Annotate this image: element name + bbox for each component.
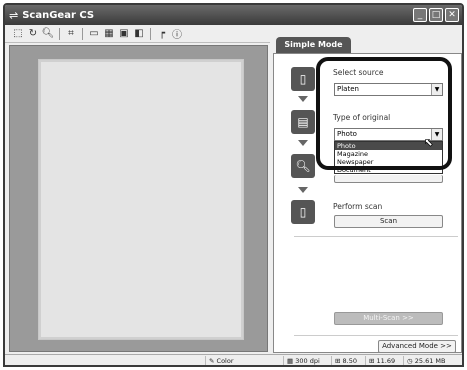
platen-preview-page[interactable] xyxy=(38,59,244,340)
rotate-left-icon[interactable]: ▦ xyxy=(102,27,116,41)
status-dpi-text: 300 dpi xyxy=(295,357,320,365)
minimize-button[interactable]: _ xyxy=(413,8,427,22)
status-color-mode: ✎ Color xyxy=(205,356,283,365)
preview-area[interactable] xyxy=(9,45,268,352)
color-mode-icon: ✎ xyxy=(209,357,215,365)
preview-button[interactable] xyxy=(334,175,443,183)
toolbar-separator xyxy=(82,27,83,40)
file-size-icon: ◷ xyxy=(407,357,413,365)
status-height-text: 11.69 xyxy=(376,357,396,365)
select-all-frames-icon[interactable]: ⬚ xyxy=(11,27,25,41)
height-icon: ⊞ xyxy=(369,357,375,365)
type-of-original-step-icon: ▤ xyxy=(291,110,315,134)
rotate-icon[interactable]: ↻ xyxy=(26,27,40,41)
width-icon: ⊞ xyxy=(335,357,341,365)
divider xyxy=(294,236,458,237)
step-arrow-icon xyxy=(298,187,308,193)
window-controls: _ □ ✕ xyxy=(413,8,459,22)
preview-step-icon: 🔍︎ xyxy=(291,154,315,178)
flip-icon[interactable]: ┍ xyxy=(155,27,169,41)
step-arrow-icon xyxy=(298,140,308,146)
title-bar[interactable]: ⇌ ScanGear CS _ □ ✕ xyxy=(5,5,462,25)
preview-toolbar: ⬚ ↻ 🔍︎ ⌗ ▭ ▦ ▣ ◧ ┍ ⓘ xyxy=(5,25,270,43)
status-file-size: ◷ 25.61 MB xyxy=(403,356,462,365)
toolbar-separator xyxy=(150,27,151,40)
status-height: ⊞ 11.69 xyxy=(365,356,403,365)
toolbar-separator xyxy=(59,27,60,40)
tab-simple-mode[interactable]: Simple Mode xyxy=(276,37,351,53)
status-resolution: ▦ 300 dpi xyxy=(283,356,331,365)
highlight-callout xyxy=(316,57,452,170)
scan-button[interactable]: Scan xyxy=(334,215,443,228)
resolution-icon: ▦ xyxy=(287,357,294,365)
status-bar: ✎ Color ▦ 300 dpi ⊞ 8.50 ⊞ 11.69 ◷ 25.61… xyxy=(5,354,462,365)
maximize-button[interactable]: □ xyxy=(429,8,443,22)
divider xyxy=(294,335,458,336)
rotate-right-icon[interactable]: ▣ xyxy=(117,27,131,41)
status-color-text: Color xyxy=(216,357,234,365)
mouse-cursor-icon: ⬉ xyxy=(424,136,434,149)
app-logo-icon: ⇌ xyxy=(9,8,19,22)
mirror-icon[interactable]: ◧ xyxy=(132,27,146,41)
perform-scan-label: Perform scan xyxy=(333,202,383,211)
auto-crop-icon[interactable]: ⌗ xyxy=(64,27,78,41)
step-arrow-icon xyxy=(298,96,308,102)
thumbnail-icon[interactable]: ▭ xyxy=(87,27,101,41)
multi-scan-button[interactable]: Multi-Scan >> xyxy=(334,312,443,325)
perform-scan-step-icon: ▯ xyxy=(291,200,315,224)
info-icon[interactable]: ⓘ xyxy=(170,27,184,41)
status-size-text: 25.61 MB xyxy=(414,357,446,365)
window-title: ScanGear CS xyxy=(22,9,95,21)
zoom-icon[interactable]: 🔍︎ xyxy=(41,27,55,41)
advanced-mode-button[interactable]: Advanced Mode >> xyxy=(378,340,456,353)
status-width-text: 8.50 xyxy=(342,357,358,365)
select-source-step-icon: ▯ xyxy=(291,67,315,91)
status-width: ⊞ 8.50 xyxy=(331,356,365,365)
close-button[interactable]: ✕ xyxy=(445,8,459,22)
